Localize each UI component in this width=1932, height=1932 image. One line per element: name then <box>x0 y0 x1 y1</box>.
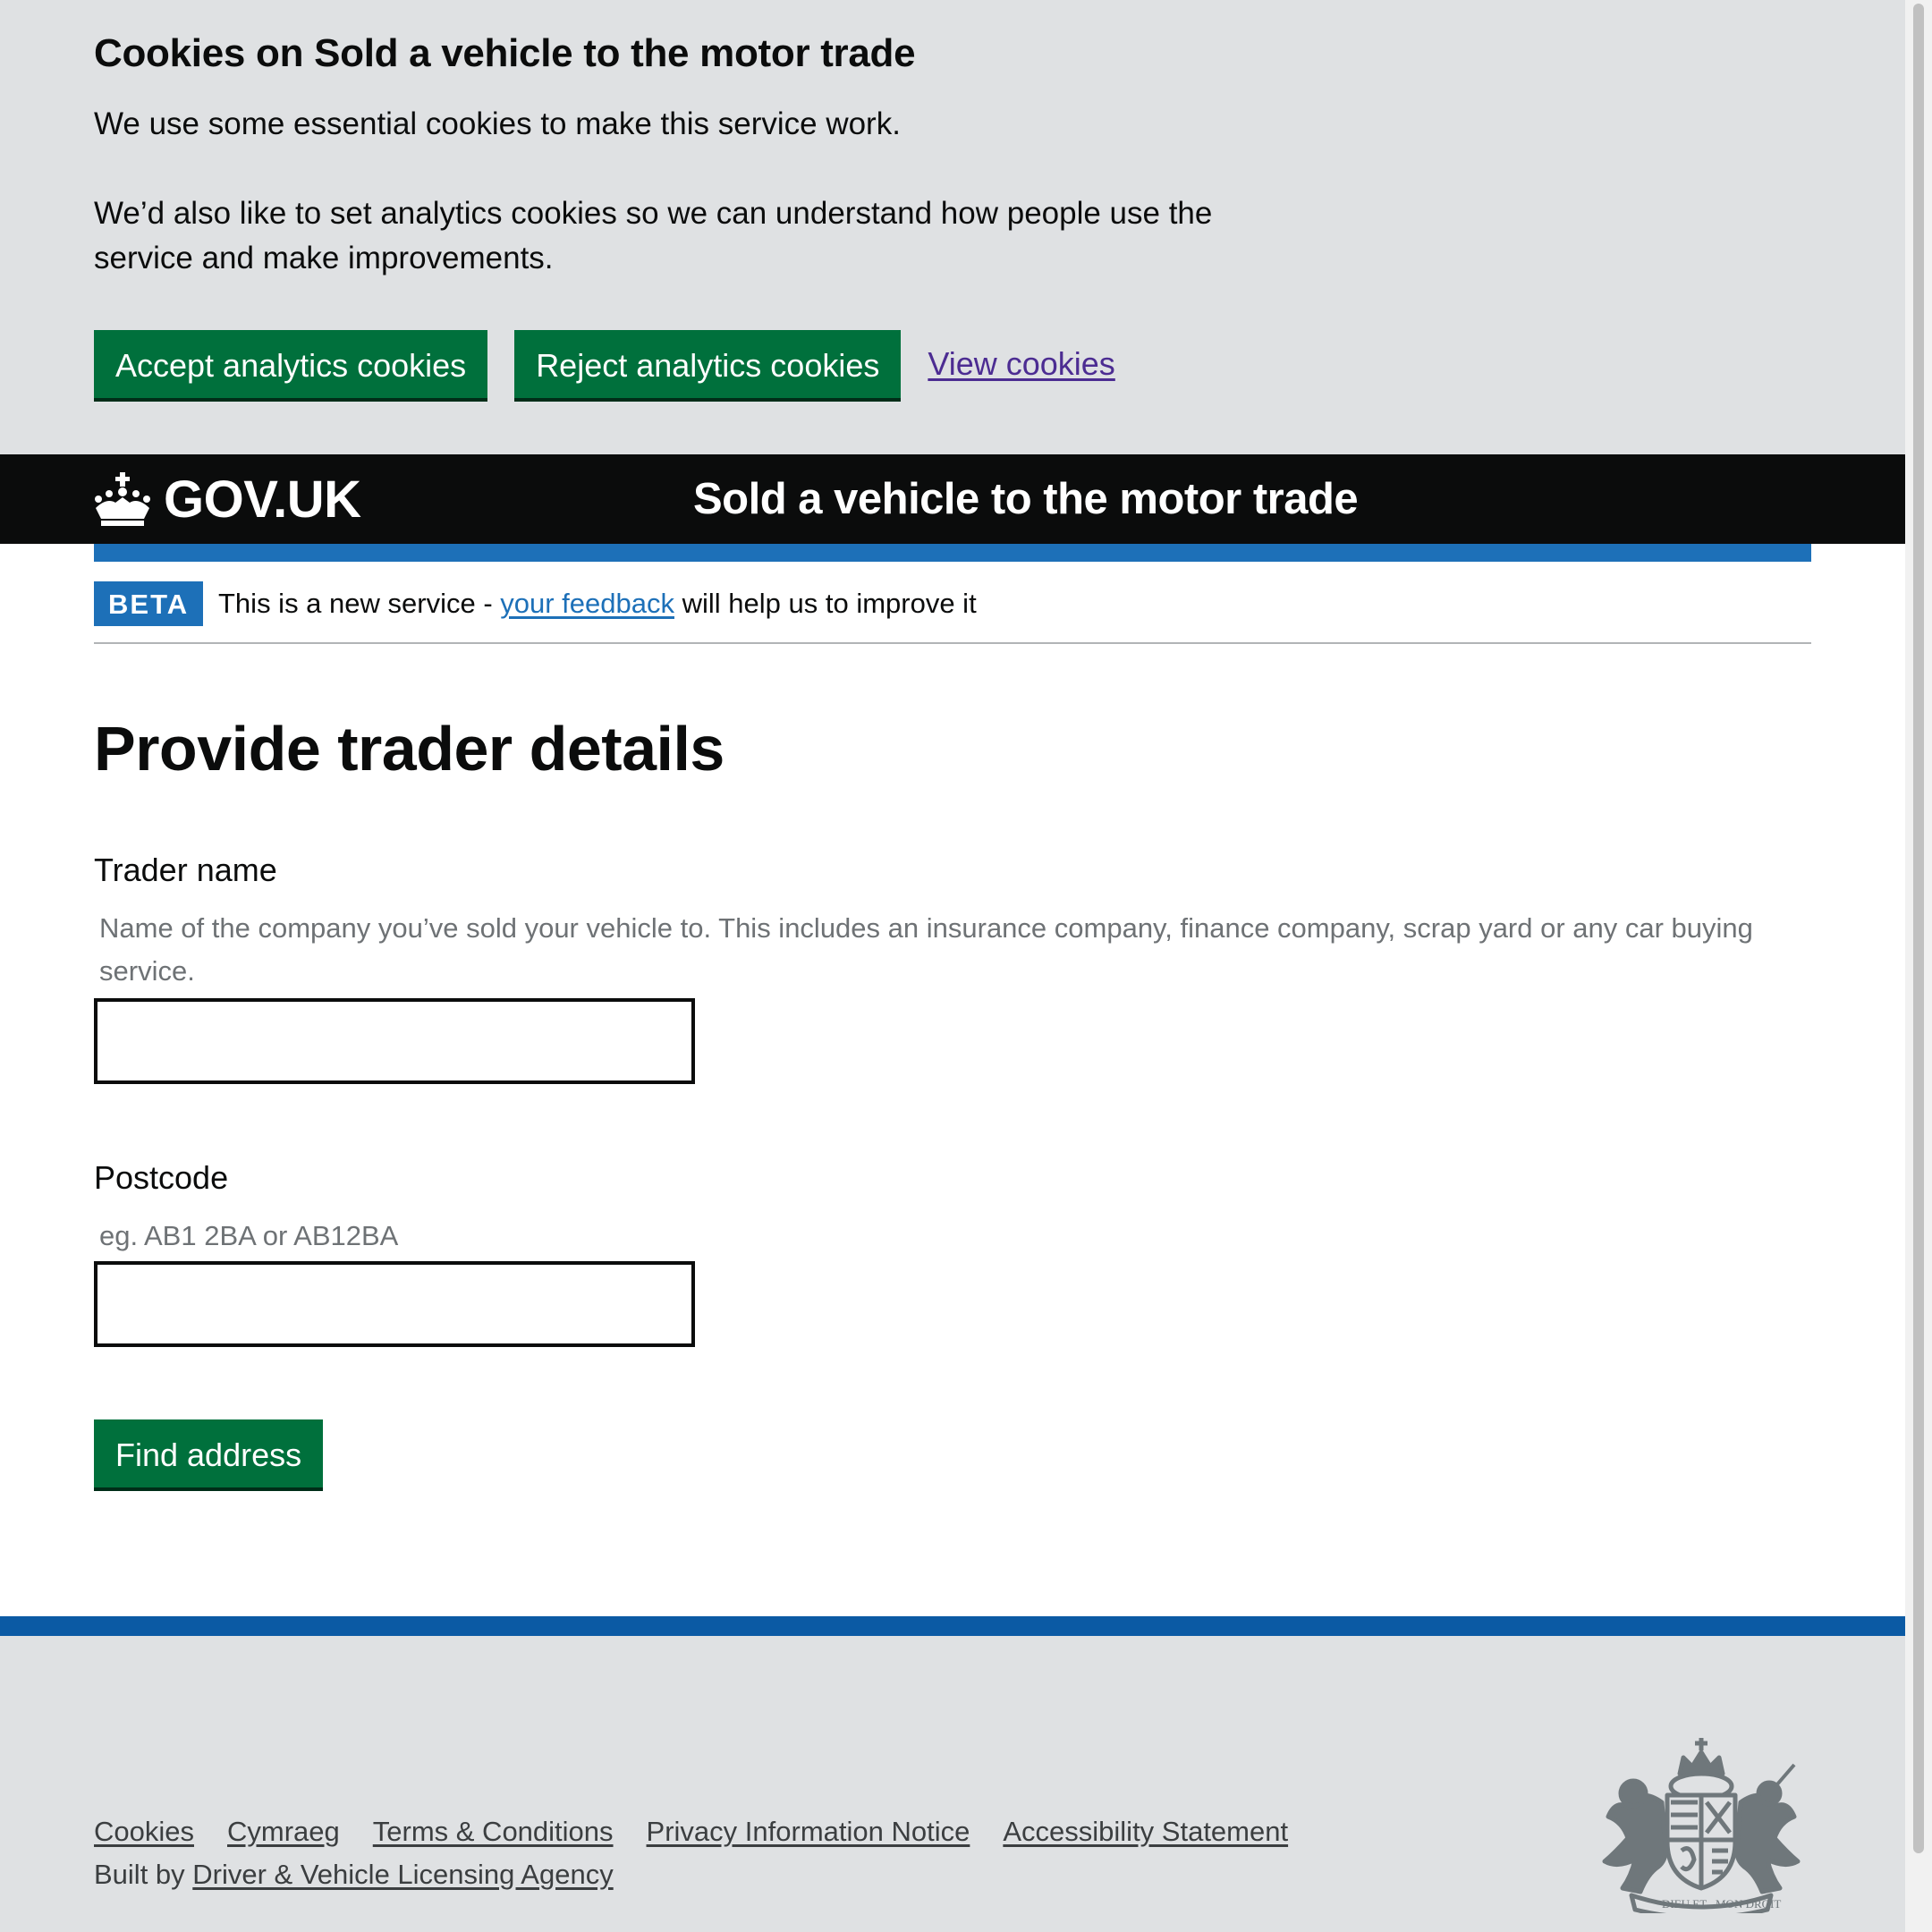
phase-banner-text: This is a new service - your feedback wi… <box>218 583 977 624</box>
crest-motto-right: MON DROIT <box>1716 1897 1781 1911</box>
site-header: GOV.UK Sold a vehicle to the motor trade <box>0 454 1905 544</box>
cookie-banner-text-essential: We use some essential cookies to make th… <box>94 106 901 141</box>
phase-banner-text-after: will help us to improve it <box>674 588 977 619</box>
royal-coat-of-arms-icon: DIEU ET MON DROIT <box>1602 1738 1801 1913</box>
trader-name-hint: Name of the company you’ve sold your veh… <box>99 912 1753 987</box>
cookie-banner-actions: Accept analytics cookies Reject analytic… <box>94 330 1115 398</box>
postcode-input[interactable] <box>94 1261 695 1347</box>
crest-motto-left: DIEU ET <box>1662 1897 1707 1911</box>
footer-link-terms[interactable]: Terms & Conditions <box>373 1811 614 1852</box>
scrollbar-thumb[interactable] <box>1913 4 1924 1853</box>
reject-cookies-button[interactable]: Reject analytics cookies <box>514 330 902 398</box>
phase-banner: BETA This is a new service - your feedba… <box>94 562 1811 644</box>
govuk-logo-link[interactable]: GOV.UK <box>94 470 361 529</box>
accept-cookies-button[interactable]: Accept analytics cookies <box>94 330 488 398</box>
vertical-scrollbar[interactable] <box>1905 0 1932 1932</box>
built-by-prefix: Built by <box>94 1859 193 1890</box>
footer-licence-text: All content is available under the Open … <box>94 1922 1283 1932</box>
beta-tag: BETA <box>94 581 204 626</box>
dvla-link[interactable]: Driver & Vehicle Licensing Agency <box>192 1859 613 1890</box>
footer-link-accessibility[interactable]: Accessibility Statement <box>1003 1811 1288 1852</box>
footer-link-cymraeg[interactable]: Cymraeg <box>227 1811 340 1852</box>
find-address-button[interactable]: Find address <box>94 1419 324 1487</box>
trader-name-input[interactable] <box>94 998 695 1084</box>
page-title: Provide trader details <box>94 714 724 784</box>
header-blue-rule <box>94 544 1811 562</box>
trader-name-label: Trader name <box>94 852 277 888</box>
site-footer: Cookies Cymraeg Terms & Conditions Priva… <box>0 1616 1905 1932</box>
footer-link-privacy[interactable]: Privacy Information Notice <box>647 1811 970 1852</box>
cookie-banner-title: Cookies on Sold a vehicle to the motor t… <box>94 31 916 75</box>
feedback-link[interactable]: your feedback <box>500 588 674 619</box>
crown-icon <box>95 472 150 526</box>
cookie-banner: Cookies on Sold a vehicle to the motor t… <box>0 0 1905 454</box>
cookie-banner-content: Cookies on Sold a vehicle to the motor t… <box>94 27 1257 281</box>
view-cookies-link[interactable]: View cookies <box>928 345 1114 383</box>
cookie-banner-text-analytics: We’d also like to set analytics cookies … <box>94 196 1213 275</box>
service-name-link[interactable]: Sold a vehicle to the motor trade <box>693 472 1359 526</box>
postcode-label: Postcode <box>94 1159 229 1196</box>
govuk-logo-text: GOV.UK <box>164 470 361 529</box>
footer-link-cookies[interactable]: Cookies <box>94 1811 194 1852</box>
page: Cookies on Sold a vehicle to the motor t… <box>0 0 1905 1932</box>
footer-links: Cookies Cymraeg Terms & Conditions Priva… <box>94 1811 1321 1852</box>
footer-built-by: Built by Driver & Vehicle Licensing Agen… <box>94 1854 614 1895</box>
postcode-hint: eg. AB1 2BA or AB12BA <box>99 1220 399 1251</box>
phase-banner-text-before: This is a new service - <box>218 588 501 619</box>
